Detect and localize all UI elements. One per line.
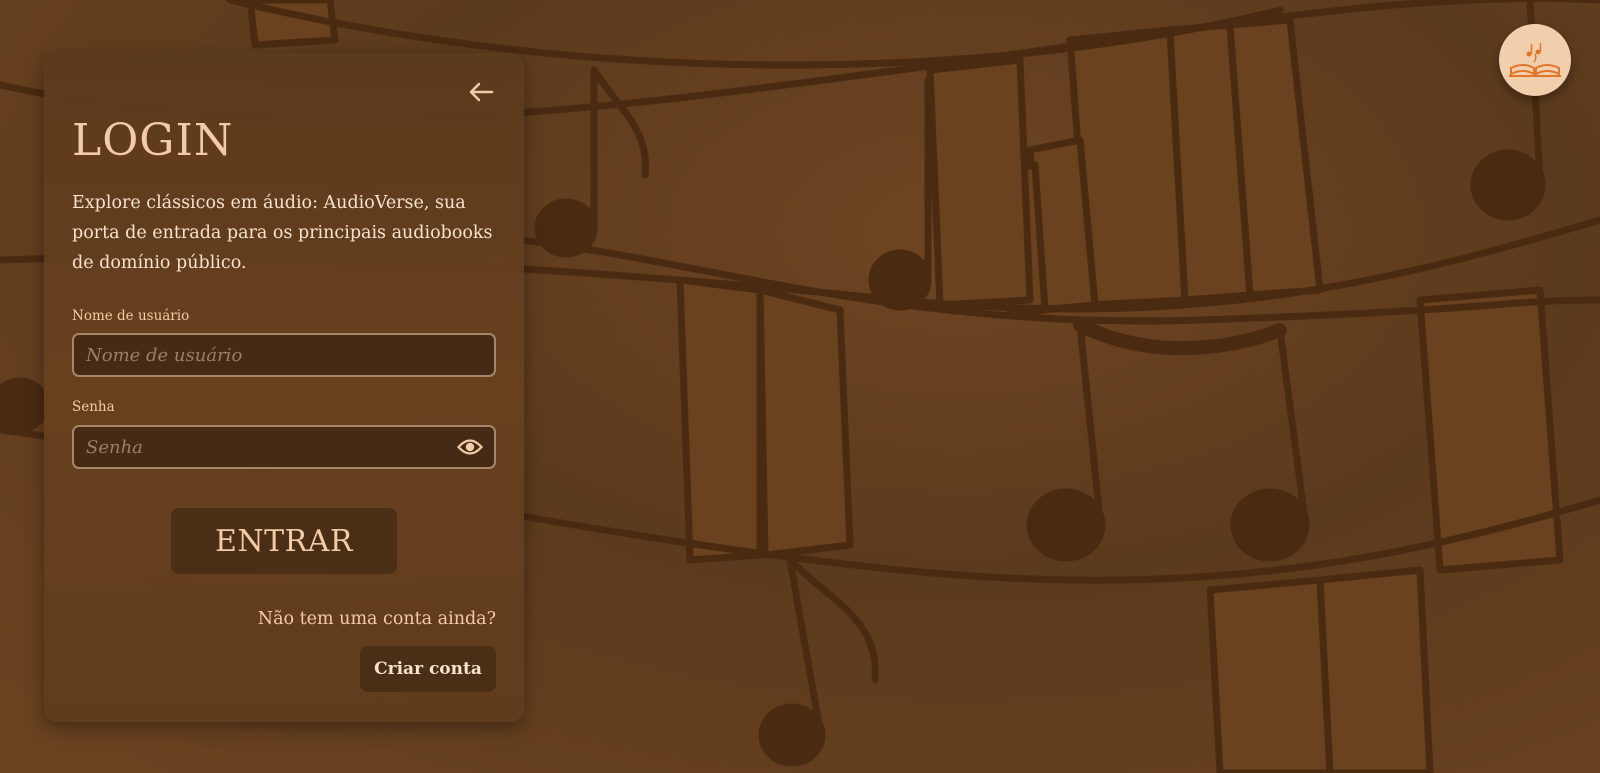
login-description: Explore clássicos em áudio: AudioVerse, … <box>72 193 493 273</box>
toggle-password-visibility[interactable] <box>456 435 484 459</box>
no-account-text: Não tem uma conta ainda? <box>257 609 496 629</box>
eye-icon <box>457 439 483 455</box>
open-book-music-icon <box>1509 43 1561 77</box>
password-field-wrapper <box>72 425 496 469</box>
password-input[interactable] <box>74 427 494 467</box>
page-title: LOGIN <box>72 115 234 166</box>
app-logo[interactable] <box>1499 24 1571 96</box>
login-submit-button[interactable]: ENTRAR <box>171 508 397 574</box>
username-label: Nome de usuário <box>72 308 190 324</box>
create-account-button[interactable]: Criar conta <box>360 646 496 692</box>
arrow-left-icon <box>469 82 494 102</box>
back-button[interactable] <box>466 79 496 105</box>
password-label: Senha <box>72 399 115 415</box>
username-input[interactable] <box>74 335 494 375</box>
username-field-wrapper <box>72 333 496 377</box>
login-card: LOGIN Explore clássicos em áudio: AudioV… <box>44 53 524 722</box>
